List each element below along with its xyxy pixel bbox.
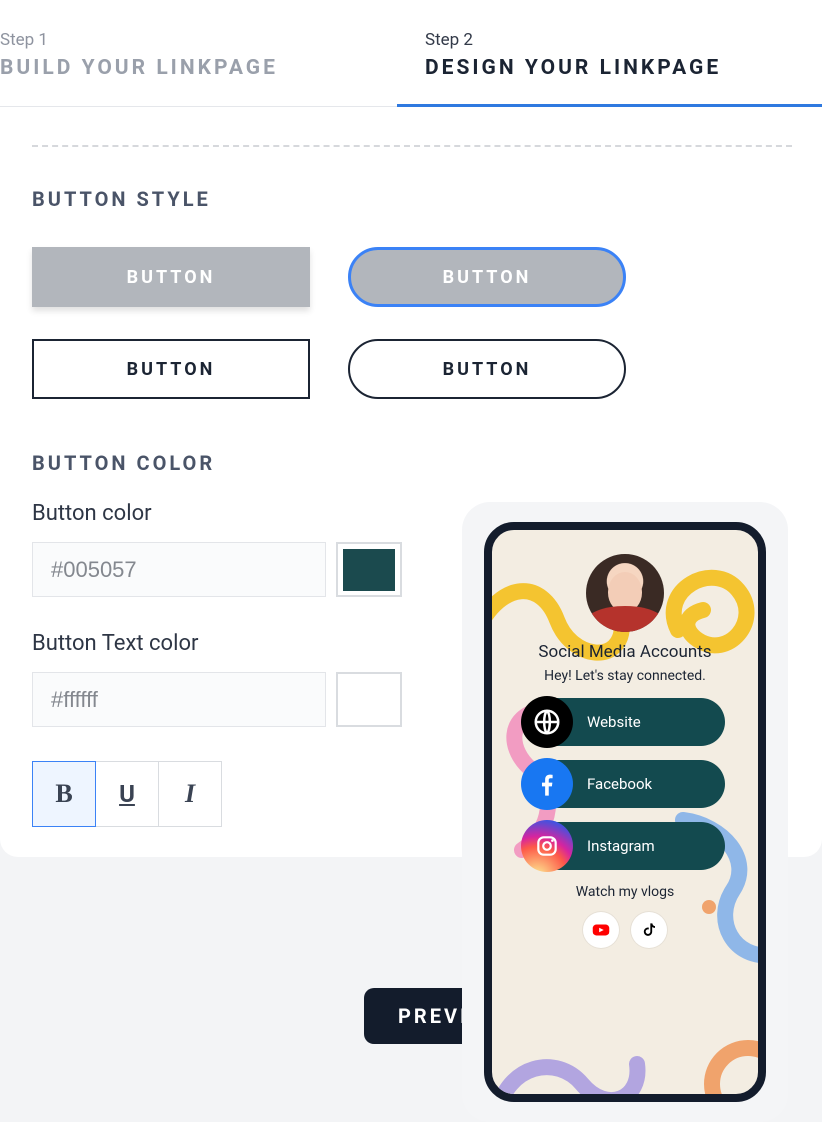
bold-button[interactable]: B [32,761,96,827]
swatch-fill-2 [343,679,395,721]
phone-preview-panel: Social Media Accounts Hey! Let's stay co… [462,502,788,1122]
link-facebook-label: Facebook [587,775,652,793]
button-style-outline[interactable]: BUTTON [32,339,310,399]
facebook-icon [521,758,573,810]
button-text-color-swatch[interactable] [336,672,402,727]
bold-icon: B [55,779,72,809]
vlogs-heading: Watch my vlogs [492,884,758,900]
link-facebook[interactable]: Facebook [525,760,725,808]
button-color-swatch[interactable] [336,542,402,597]
linkpage-title: Social Media Accounts [492,642,758,662]
phone-content: Social Media Accounts Hey! Let's stay co… [492,530,758,948]
link-instagram-label: Instagram [587,837,655,855]
small-icons-row [492,912,758,948]
swatch-fill [343,549,395,591]
button-style-filled[interactable]: BUTTON [32,247,310,307]
step-1-num: Step 1 [0,30,397,50]
tiktok-icon[interactable] [631,912,667,948]
avatar [586,554,664,632]
youtube-icon[interactable] [583,912,619,948]
step-tabs: Step 1 BUILD YOUR LINKPAGE Step 2 DESIGN… [0,0,822,107]
squiggle-orange-ring [678,1014,766,1102]
italic-button[interactable]: I [158,761,222,827]
button-style-filled-rounded[interactable]: BUTTON [348,247,626,307]
phone-frame: Social Media Accounts Hey! Let's stay co… [484,522,766,1102]
link-instagram[interactable]: Instagram [525,822,725,870]
globe-icon [521,696,573,748]
button-text-color-input[interactable] [32,672,326,727]
button-style-heading: BUTTON STYLE [32,187,822,211]
step-2-title: DESIGN YOUR LINKPAGE [425,56,822,80]
instagram-icon [521,820,573,872]
linkpage-subtitle: Hey! Let's stay connected. [492,668,758,684]
underline-button[interactable]: U [95,761,159,827]
button-style-grid: BUTTON BUTTON BUTTON BUTTON [32,247,822,399]
squiggle-purple [487,994,647,1102]
step-1-tab[interactable]: Step 1 BUILD YOUR LINKPAGE [0,0,397,107]
button-style-outline-rounded[interactable]: BUTTON [348,339,626,399]
step-1-title: BUILD YOUR LINKPAGE [0,56,397,80]
button-color-heading: BUTTON COLOR [32,451,822,475]
link-website-label: Website [587,713,641,731]
link-website[interactable]: Website [525,698,725,746]
underline-icon: U [119,780,135,808]
divider [32,145,792,147]
italic-icon: I [185,779,195,809]
button-color-input[interactable] [32,542,326,597]
step-2-tab[interactable]: Step 2 DESIGN YOUR LINKPAGE [397,0,822,107]
step-2-num: Step 2 [425,30,822,50]
